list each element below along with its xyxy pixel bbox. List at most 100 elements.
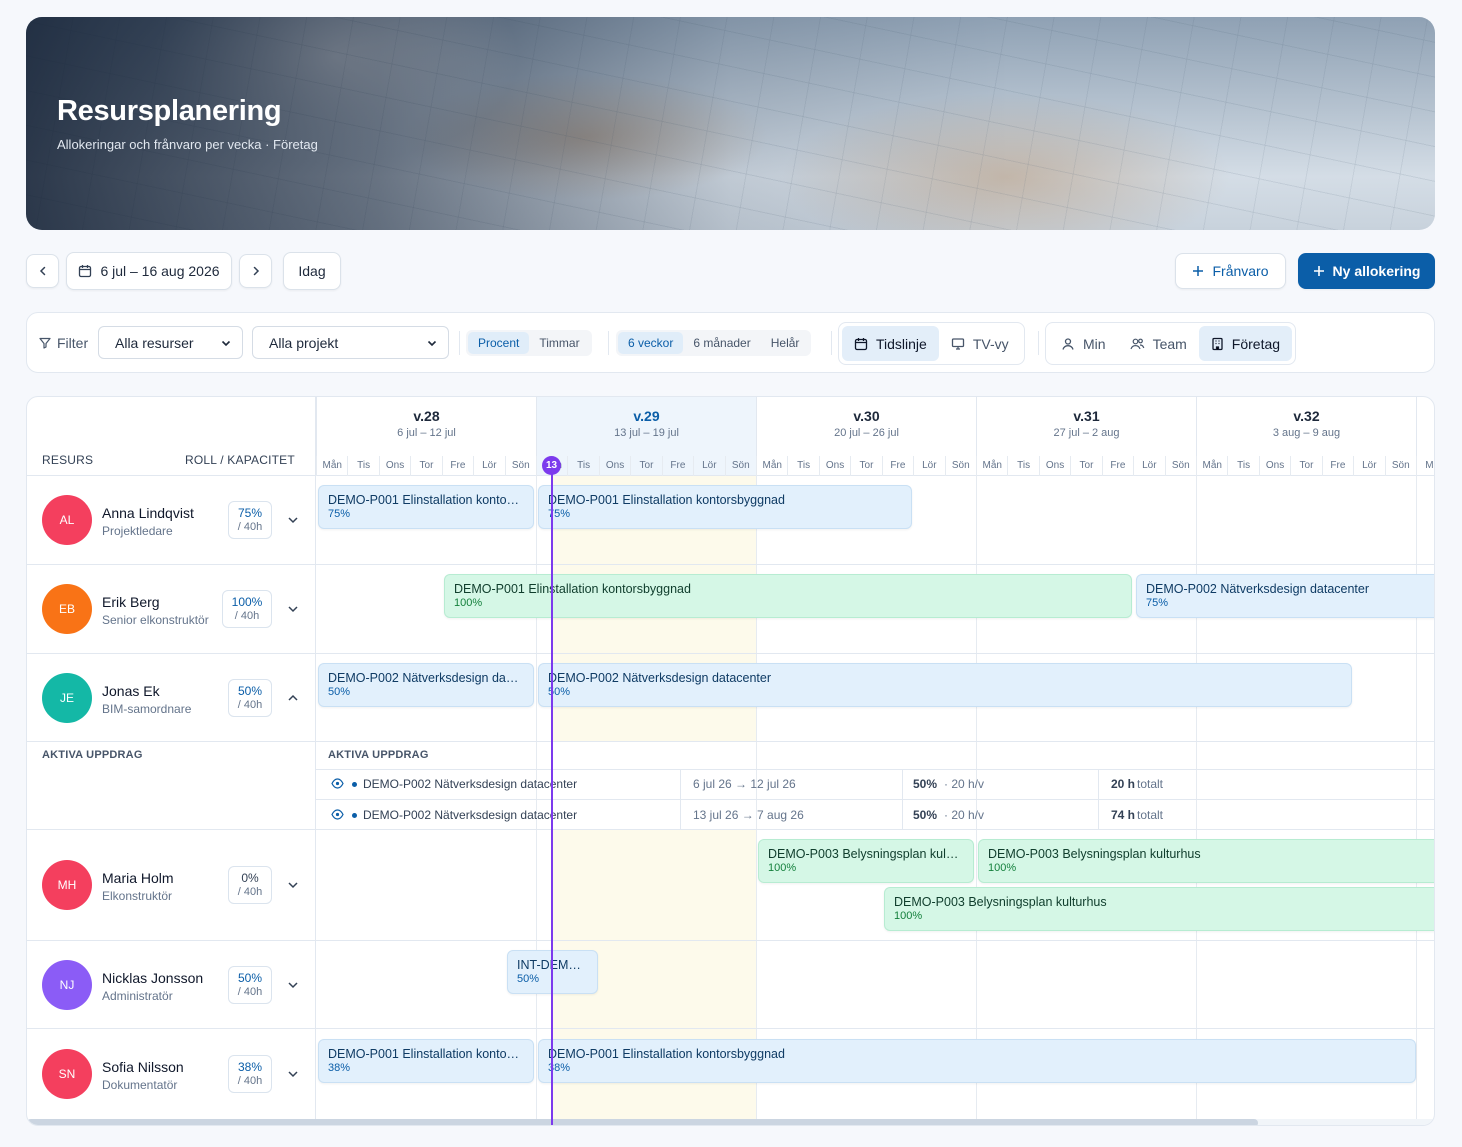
day-label: Fre (1321, 456, 1353, 476)
chevron-down-icon[interactable] (286, 1067, 300, 1081)
new-allocation-label: Ny allokering (1332, 263, 1421, 279)
allocation-bar[interactable]: DEMO-P001 Elinstallation konto… 38% (318, 1039, 534, 1083)
assignment-dates: 6 jul 26 → 12 jul 26 (693, 777, 796, 791)
allocation-bar[interactable]: DEMO-P002 Nätverksdesign datacenter 75% (1136, 574, 1434, 618)
new-allocation-button[interactable]: Ny allokering (1298, 253, 1435, 289)
span-full-year-option[interactable]: Helår (761, 332, 810, 354)
day-label: Tor (1290, 456, 1321, 476)
date-range-button[interactable]: 6 jul – 16 aug 2026 (66, 252, 232, 290)
chevron-down-icon (427, 340, 437, 346)
resource-name[interactable]: Maria Holm (102, 870, 174, 886)
day-label: Sön (504, 456, 536, 476)
day-label: Ons (378, 456, 410, 476)
resource-role: BIM-samordnare (102, 702, 192, 716)
scope-mine-option[interactable]: Min (1049, 326, 1118, 361)
assignment-percent: 50% (913, 808, 938, 822)
resource-name[interactable]: Erik Berg (102, 594, 160, 610)
day-label: Lör (1133, 456, 1164, 476)
today-badge: 13 (542, 456, 561, 475)
scope-team-option[interactable]: Team (1118, 326, 1199, 361)
users-icon (1129, 338, 1144, 349)
project-dot (352, 782, 357, 787)
assignment-hours-per-week: · 20 h/v (944, 777, 985, 791)
prev-period-button[interactable] (26, 254, 59, 288)
capacity-badge: 50%/ 40h (228, 679, 272, 717)
day-label: Fre (661, 456, 693, 476)
view-tv-option[interactable]: TV-vy (939, 326, 1021, 361)
unit-hours-option[interactable]: Timmar (529, 332, 589, 354)
eye-icon[interactable] (331, 778, 344, 789)
allocation-bar[interactable]: DEMO-P003 Belysningsplan kul… 100% (758, 839, 974, 883)
row-divider (27, 741, 1434, 742)
divider (316, 799, 1434, 800)
allocation-bar[interactable]: DEMO-P001 Elinstallation kontorsbyggnad 3… (538, 1039, 1416, 1083)
view-toggle: Tidslinje TV-vy (838, 322, 1025, 365)
chevron-down-icon[interactable] (286, 602, 300, 616)
scrollbar-thumb[interactable] (27, 1119, 1258, 1125)
span-6-weeks-option[interactable]: 6 veckor (618, 332, 684, 354)
resource-role: Elkonstruktör (102, 889, 173, 903)
allocation-bar[interactable]: DEMO-P002 Nätverksdesign datacenter 50% (538, 663, 1352, 707)
week-gridline (756, 476, 757, 1119)
day-label: Fre (1101, 456, 1133, 476)
day-label: Tor (850, 456, 881, 476)
divider (459, 331, 460, 355)
span-toggle: 6 veckor 6 månader Helår (616, 330, 812, 356)
active-assignments-label: AKTIVA UPPDRAG (42, 749, 143, 761)
resource-name[interactable]: Sofia Nilsson (102, 1059, 184, 1075)
row-divider (27, 829, 1434, 830)
role-capacity-column-header: ROLL / KAPACITET (185, 453, 295, 467)
assignment-total-label: totalt (1137, 808, 1164, 822)
allocation-bar[interactable]: DEMO-P001 Elinstallation kontorsbyggnad 7… (538, 485, 912, 529)
assignment-hours-per-week: · 20 h/v (944, 808, 985, 822)
span-6-months-option[interactable]: 6 månader (683, 332, 760, 354)
day-label: Tis (787, 456, 818, 476)
chevron-down-icon[interactable] (286, 978, 300, 992)
day-label: Mån (756, 456, 787, 476)
left-column-divider (315, 397, 316, 1125)
chevron-down-icon[interactable] (286, 513, 300, 527)
avatar: NJ (42, 960, 92, 1010)
building-icon (1212, 337, 1223, 350)
resource-name[interactable]: Anna Lindqvist (102, 505, 194, 521)
day-label: Sön (944, 456, 976, 476)
day-label: Mån (1196, 456, 1227, 476)
day-label: Ons (1038, 456, 1070, 476)
view-timeline-option[interactable]: Tidslinje (842, 326, 939, 361)
avatar: AL (42, 495, 92, 545)
resource-select[interactable]: Alla resurser (98, 326, 243, 359)
capacity-badge: 0%/ 40h (228, 866, 272, 904)
absence-button-label: Frånvaro (1212, 263, 1269, 279)
eye-icon[interactable] (331, 809, 344, 820)
chevron-down-icon[interactable] (286, 878, 300, 892)
resource-role: Projektledare (102, 524, 173, 538)
scope-company-option[interactable]: Företag (1198, 326, 1293, 361)
allocation-bar[interactable]: DEMO-P003 Belysningsplan kulturhus 100% (884, 887, 1434, 931)
allocation-bar[interactable]: DEMO-P001 Elinstallation konto… 75% (318, 485, 534, 529)
week-gridline (1416, 476, 1417, 1119)
chevron-up-icon[interactable] (286, 691, 300, 705)
unit-percent-option[interactable]: Procent (468, 332, 530, 354)
resource-name[interactable]: Jonas Ek (102, 683, 160, 699)
today-button[interactable]: Idag (283, 252, 341, 290)
allocation-bar[interactable]: DEMO-P003 Belysningsplan kulturhus 100% (978, 839, 1434, 883)
avatar: SN (42, 1049, 92, 1099)
capacity-badge: 100%/ 40h (222, 590, 272, 628)
allocation-bar[interactable]: DEMO-P001 Elinstallation kontorsbyggnad 1… (444, 574, 1132, 618)
resource-name[interactable]: Nicklas Jonsson (102, 970, 203, 986)
divider (1038, 331, 1039, 355)
absence-button[interactable]: Frånvaro (1175, 253, 1286, 289)
project-select[interactable]: Alla projekt (252, 326, 449, 359)
day-label: Sön (1164, 456, 1196, 476)
allocation-bar[interactable]: DEMO-P002 Nätverksdesign da… 50% (318, 663, 534, 707)
row-divider (27, 1028, 1434, 1029)
date-range-label: 6 jul – 16 aug 2026 (100, 263, 220, 279)
divider (1098, 770, 1099, 829)
next-period-button[interactable] (239, 254, 272, 288)
day-label: Lör (473, 456, 504, 476)
chevron-left-icon (39, 266, 45, 276)
user-icon (1062, 337, 1074, 350)
today-line (551, 472, 553, 1125)
assignment-total-hours: 20 h (1111, 777, 1136, 791)
day-label: Lör (913, 456, 944, 476)
